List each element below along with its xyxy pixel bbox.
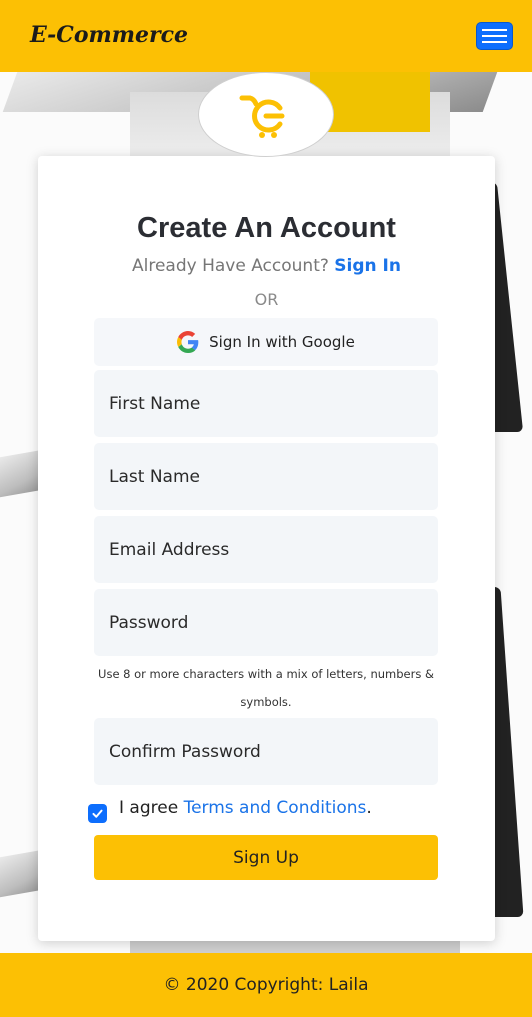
laptop-decoration (130, 940, 460, 953)
navbar: E-Commerce (0, 0, 532, 72)
hamburger-icon (482, 41, 507, 43)
terms-checkbox[interactable] (88, 804, 107, 823)
menu-toggle-button[interactable] (476, 22, 513, 50)
hamburger-icon (482, 29, 507, 31)
sign-up-button[interactable]: Sign Up (94, 835, 438, 880)
google-icon (177, 331, 199, 353)
or-divider: OR (254, 290, 279, 309)
first-name-input[interactable] (94, 370, 438, 437)
have-account-line: Already Have Account? Sign In (38, 256, 495, 276)
sign-in-link[interactable]: Sign In (334, 256, 401, 276)
password-hint: Use 8 or more characters with a mix of l… (98, 667, 434, 709)
password-input[interactable] (94, 589, 438, 656)
confirm-password-input[interactable] (94, 718, 438, 785)
check-icon (92, 809, 103, 818)
page-title: Create An Account (137, 212, 396, 244)
hamburger-icon (482, 35, 507, 37)
cart-logo-icon (239, 95, 285, 138)
agree-text: I agree (119, 797, 179, 818)
terms-agreement: I agree Terms and Conditions. (88, 792, 448, 823)
google-sign-in-button[interactable]: Sign In with Google (94, 318, 438, 366)
brand-logo[interactable]: E-Commerce (30, 22, 188, 48)
copyright-text: © 2020 Copyright: Laila (163, 975, 369, 995)
signup-card: Create An Account Already Have Account? … (38, 156, 495, 941)
google-button-label: Sign In with Google (209, 333, 355, 351)
email-input[interactable] (94, 516, 438, 583)
logo-badge (198, 72, 334, 157)
have-account-text: Already Have Account? (132, 256, 329, 276)
footer: © 2020 Copyright: Laila (0, 953, 532, 1017)
terms-link[interactable]: Terms and Conditions (184, 798, 367, 818)
last-name-input[interactable] (94, 443, 438, 510)
terms-period: . (366, 797, 372, 818)
